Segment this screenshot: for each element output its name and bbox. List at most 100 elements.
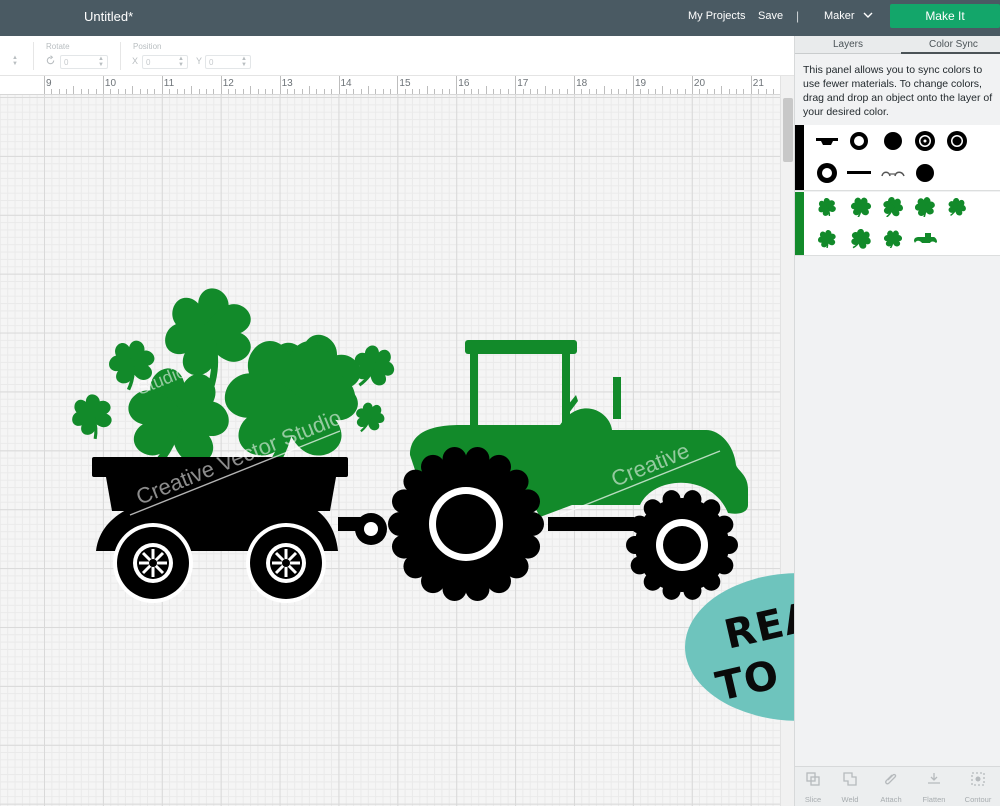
swatch-fenders[interactable] — [881, 162, 905, 184]
ruler-tick — [404, 89, 406, 94]
ruler-tick — [559, 89, 561, 94]
save-button[interactable]: Save — [758, 10, 783, 22]
make-it-button[interactable]: Make It — [890, 4, 1000, 28]
ruler-tick — [529, 89, 531, 94]
swatch-wheel[interactable] — [945, 130, 969, 152]
ruler-tick — [132, 86, 134, 94]
ruler-tick — [706, 89, 708, 94]
ruler-tick — [198, 89, 200, 94]
swatch-shamrock-6[interactable] — [815, 228, 839, 250]
swatch-shamrock-3[interactable] — [881, 196, 905, 218]
swatch-hub[interactable] — [881, 130, 905, 152]
rotate-label: Rotate — [46, 42, 70, 51]
ruler-tick — [58, 89, 60, 94]
ruler-tick — [537, 89, 539, 94]
contour-tool[interactable]: Contour — [963, 771, 993, 804]
black-color-strip[interactable] — [795, 125, 804, 190]
ruler-number: 13 — [281, 78, 293, 89]
ruler-tick — [191, 86, 193, 94]
tractor-shamrock-artwork[interactable]: Creative Vector Studio Creative Studio — [0, 95, 780, 806]
weld-tool[interactable]: Weld — [835, 771, 865, 804]
ruler-number: 18 — [576, 78, 588, 89]
tire-tread — [630, 556, 649, 575]
swatch-front-tire[interactable] — [913, 162, 937, 184]
black-layer-group[interactable] — [795, 125, 1000, 191]
ruler-tick — [625, 89, 627, 94]
ruler-tick — [618, 89, 620, 94]
ruler-tick — [95, 89, 97, 94]
ruler-tick — [463, 89, 465, 94]
rotate-stepper-icon[interactable]: ▲ ▼ — [98, 56, 104, 68]
ruler-tick — [242, 89, 244, 94]
swatch-shamrock-5[interactable] — [945, 196, 969, 218]
chevron-down-icon[interactable] — [862, 9, 874, 21]
ruler-tick — [309, 86, 311, 94]
swatch-shamrock-8[interactable] — [881, 228, 905, 250]
x-stepper-icon[interactable]: ▲ ▼ — [178, 56, 184, 68]
tire-tread — [720, 536, 738, 554]
flatten-tool[interactable]: Flatten — [919, 771, 949, 804]
ruler-tick — [250, 86, 252, 94]
ruler-tick — [331, 89, 333, 94]
slice-tool[interactable]: Slice — [798, 771, 828, 804]
ruler-tick — [301, 89, 303, 94]
ruler-tick — [323, 89, 325, 94]
y-stepper-icon[interactable]: ▲ ▼ — [241, 56, 247, 68]
attach-tool[interactable]: Attach — [876, 771, 906, 804]
ruler-tick — [176, 89, 178, 94]
ruler-tick — [434, 89, 436, 94]
swatch-shamrock-7[interactable] — [849, 228, 873, 250]
ruler-tick — [662, 86, 664, 94]
ruler-tick — [419, 89, 421, 94]
swatch-shamrock-4[interactable] — [913, 196, 937, 218]
rotate-icon — [46, 55, 55, 65]
scroll-thumb[interactable] — [783, 98, 793, 162]
tab-layers[interactable]: Layers — [833, 39, 863, 50]
tire-tread — [520, 512, 544, 536]
bottom-tool-bar: Slice Weld Attach Flatten Contour — [795, 766, 1000, 806]
ruler-tick — [205, 89, 207, 94]
ruler-tick — [669, 89, 671, 94]
ruler-tick — [500, 89, 502, 94]
tire-tread — [442, 447, 467, 472]
machine-select[interactable]: Maker — [824, 10, 855, 22]
ruler-tick — [485, 86, 487, 94]
document-title[interactable]: Untitled* — [84, 9, 133, 24]
swatch-wheel-spokes[interactable] — [913, 130, 937, 152]
ruler-tick — [610, 89, 612, 94]
ruler-number: 17 — [517, 78, 529, 89]
paperclip-icon — [885, 773, 897, 785]
ruler-tick — [552, 89, 553, 94]
my-projects-link[interactable]: My Projects — [688, 10, 745, 22]
active-tab-indicator — [901, 52, 1000, 54]
ruler-number: 16 — [458, 78, 470, 89]
ruler-tick — [375, 89, 377, 94]
swatch-shamrock-2[interactable] — [849, 196, 873, 218]
ruler-number: 10 — [104, 78, 117, 89]
tire-tread — [643, 572, 662, 591]
swatch-wagon-bed[interactable] — [815, 130, 839, 152]
swatch-shamrock-1[interactable] — [815, 196, 839, 218]
ruler-number: 21 — [752, 78, 764, 89]
slice-icon — [806, 772, 820, 786]
ruler-tick — [286, 89, 288, 94]
ruler-tick — [743, 89, 745, 94]
tab-color-sync[interactable]: Color Sync — [929, 39, 978, 50]
swatch-tire-ring[interactable] — [847, 130, 871, 152]
green-layer-group[interactable] — [795, 192, 1000, 256]
swatch-tractor-body[interactable] — [913, 228, 937, 250]
swatch-chassis-bar[interactable] — [847, 162, 871, 184]
ruler-tick — [566, 89, 568, 94]
tire-tread — [516, 489, 541, 514]
ruler-tick — [493, 89, 495, 94]
ruler-tick — [448, 89, 450, 94]
stepper-arrows-icon[interactable]: ▲ ▼ — [12, 55, 18, 67]
ruler-tick — [264, 89, 266, 94]
ruler-tick — [235, 89, 237, 94]
swatch-rear-tire[interactable] — [815, 162, 839, 184]
ruler-tick — [456, 76, 458, 94]
ruler-tick — [213, 89, 215, 94]
ruler-tick — [154, 89, 156, 94]
green-color-strip[interactable] — [795, 192, 804, 255]
ruler-tick — [699, 89, 701, 94]
